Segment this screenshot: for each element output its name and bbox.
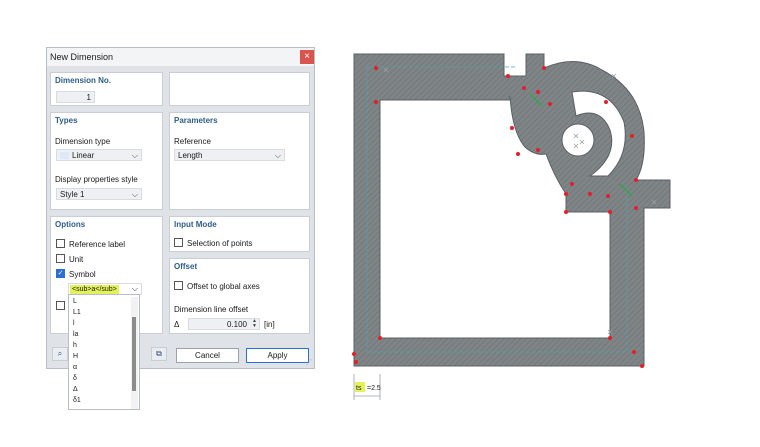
dropdown-item[interactable]: h (73, 342, 77, 349)
chevron-down-icon: ⌵ (131, 190, 138, 199)
parameters-panel: Parameters Reference Length ⌵ (169, 112, 310, 210)
dialog-title: New Dimension (50, 52, 114, 62)
dimension-no-title: Dimension No. (55, 76, 112, 85)
display-style-label: Display properties style (55, 175, 138, 184)
dropdown-scrollbar[interactable] (131, 297, 138, 409)
dimension-type-label: Dimension type (55, 137, 111, 146)
spin-down-icon[interactable]: ▼ (252, 324, 257, 329)
offset-unit: [in] (264, 320, 275, 329)
offset-global-axes-text: Offset to global axes (187, 282, 260, 291)
resize-grip-icon[interactable]: ⋰ (306, 359, 312, 366)
symbol-dropdown-list[interactable]: L L1 l la h H α δ Δ δ1 (68, 294, 140, 410)
cancel-button[interactable]: Cancel (176, 348, 239, 363)
empty-panel (169, 72, 310, 106)
types-panel: Types Dimension type Linear ⌵ Display pr… (50, 112, 163, 210)
display-style-select[interactable]: Style 1 ⌵ (56, 188, 142, 200)
dimension-type-select[interactable]: Linear ⌵ (56, 149, 142, 161)
types-title: Types (55, 116, 78, 125)
offset-panel: Offset Offset to global axes Dimension l… (169, 258, 310, 334)
dimension-line-offset-label: Dimension line offset (174, 305, 249, 314)
input-mode-title: Input Mode (174, 220, 217, 229)
dimension-type-value: Linear (72, 151, 95, 160)
dialog-titlebar[interactable]: New Dimension × (47, 48, 314, 66)
dropdown-item[interactable]: H (73, 353, 78, 360)
unit-checkbox[interactable] (56, 254, 65, 263)
input-mode-panel: Input Mode Selection of points (169, 216, 310, 252)
hidden-option-checkbox[interactable] (56, 301, 65, 310)
dimension-value: =2.5 (367, 385, 381, 392)
symbol-text: Symbol (69, 270, 96, 279)
dropdown-item[interactable]: L1 (73, 309, 81, 316)
reference-label: Reference (174, 137, 211, 146)
chevron-down-icon: ⌵ (131, 284, 138, 293)
dropdown-item[interactable]: la (73, 331, 78, 338)
dropdown-item[interactable]: δ (73, 375, 77, 382)
dimension-no-panel: Dimension No. 1 (50, 72, 163, 106)
dropdown-item[interactable]: δ1 (73, 397, 81, 404)
hook-hole (561, 123, 595, 157)
dropdown-scroll-thumb[interactable] (132, 317, 136, 391)
dimension-no-field[interactable]: 1 (56, 91, 95, 103)
reference-value: Length (178, 151, 203, 160)
dropdown-item[interactable]: l (73, 320, 75, 327)
chevron-down-icon: ⌵ (131, 151, 138, 160)
parameters-title: Parameters (174, 116, 218, 125)
dropdown-item[interactable]: α (73, 364, 77, 371)
delta-symbol: Δ (174, 320, 180, 329)
selection-of-points-text: Selection of points (187, 239, 253, 248)
selection-of-points-checkbox[interactable] (174, 238, 183, 247)
dropdown-item[interactable]: L (73, 298, 77, 305)
options-title: Options (55, 220, 86, 229)
symbol-checkbox[interactable]: ✓ (56, 269, 65, 278)
display-style-value: Style 1 (60, 190, 85, 199)
close-icon[interactable]: × (300, 50, 314, 64)
cad-drawing-canvas[interactable]: ts =2.5 (340, 44, 685, 404)
dimension-symbol: ts (356, 385, 362, 392)
checkmark-icon: ✓ (57, 270, 64, 277)
copy-icon[interactable]: ⧉ (151, 347, 167, 361)
reference-label-text: Reference label (69, 240, 126, 249)
offset-global-axes-checkbox[interactable] (174, 281, 183, 290)
dropdown-item[interactable]: Δ (73, 386, 78, 393)
symbol-value: <sub>a</sub> (70, 285, 119, 294)
chevron-down-icon: ⌵ (274, 151, 281, 160)
reference-label-checkbox[interactable] (56, 239, 65, 248)
linear-type-icon (60, 152, 69, 160)
unit-text: Unit (69, 255, 84, 264)
search-info-icon[interactable]: ⌕ (52, 347, 68, 361)
offset-title: Offset (174, 262, 198, 271)
apply-button[interactable]: Apply (246, 348, 309, 363)
reference-select[interactable]: Length ⌵ (174, 149, 285, 161)
dimension-line-offset-input[interactable]: 0.100 (188, 318, 260, 330)
